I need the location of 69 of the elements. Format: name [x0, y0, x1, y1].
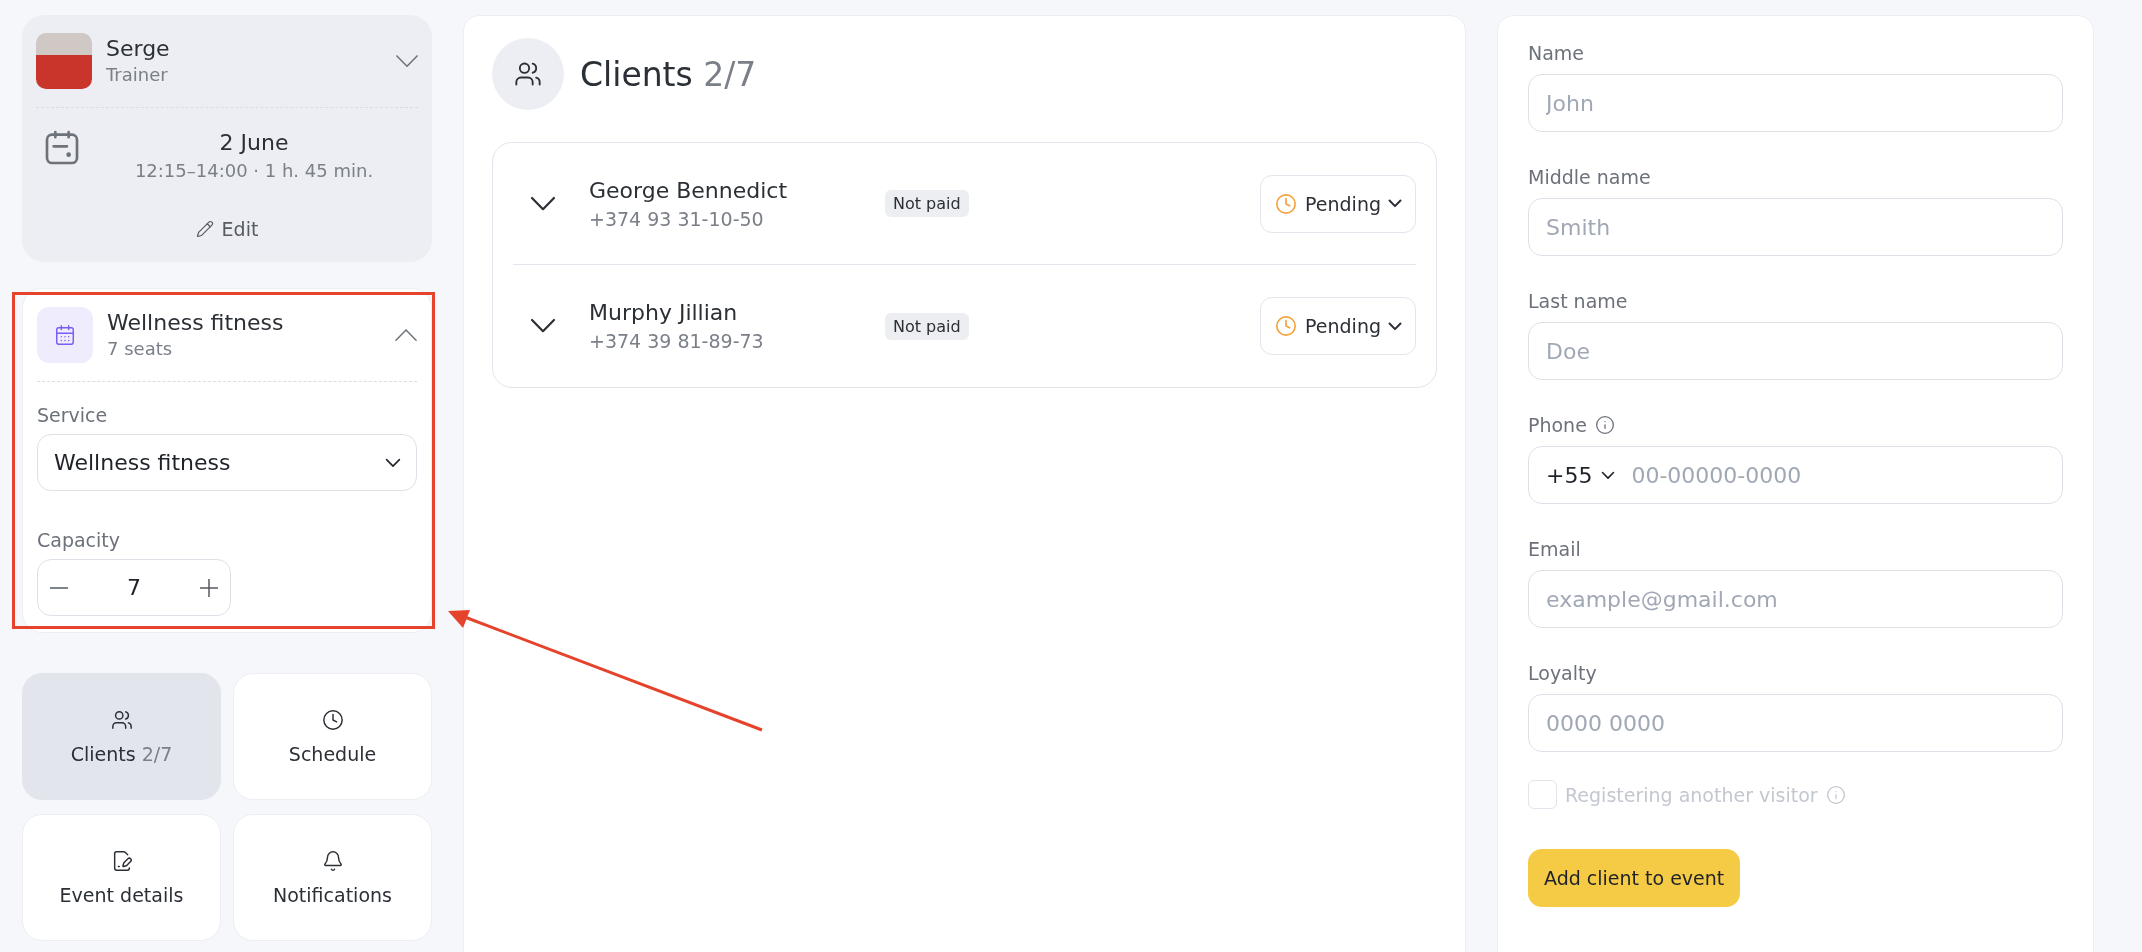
input-field[interactable]: Doe	[1528, 322, 2063, 380]
trainer-role: Trainer	[106, 63, 169, 87]
clock-icon	[1275, 192, 1298, 215]
photo-placeholder	[36, 33, 92, 89]
field-label: Email	[1528, 537, 1581, 562]
decrement-button[interactable]	[50, 586, 68, 589]
minus-icon	[50, 586, 68, 589]
chevron-icon	[395, 328, 417, 342]
country-code-select[interactable]: +55	[1546, 462, 1615, 488]
input-field[interactable]: example@gmail.com	[1528, 570, 2063, 628]
people-icon	[110, 708, 133, 731]
nav-tile[interactable]: Notifications	[233, 814, 432, 941]
field-label: Last name	[1528, 289, 1628, 314]
event-date: 2 June	[219, 129, 289, 157]
event-time: 12:15–14:00 · 1 h. 45 min.	[134, 159, 374, 183]
client-name: Murphy Jillian	[589, 299, 739, 327]
nav-label: Schedule	[288, 742, 377, 765]
field-label: Loyalty	[1528, 661, 1597, 686]
field-label: Name	[1528, 41, 1585, 66]
clock-icon	[1275, 315, 1298, 337]
capacity-stepper[interactable]: 7	[37, 559, 231, 616]
nav-tile[interactable]: Clients 2/7	[22, 673, 221, 800]
chevron-icon	[531, 196, 555, 211]
chevron-icon	[386, 458, 400, 467]
service-label: Service	[37, 403, 109, 428]
field-label: Middle name	[1528, 165, 1651, 190]
plus-icon	[200, 578, 218, 597]
info-icon[interactable]	[1594, 415, 1615, 435]
service-title: Wellness fitness	[107, 309, 285, 337]
capacity-value: 7	[127, 575, 141, 600]
seats-count: 7 seats	[107, 337, 174, 361]
edit-button[interactable]: Edit	[187, 214, 267, 244]
payment-badge: Not paid	[885, 312, 969, 340]
collapse-toggle[interactable]	[395, 328, 417, 342]
nav-tile[interactable]: Event details	[22, 814, 221, 941]
people-icon	[514, 60, 542, 88]
nav-tile[interactable]: Schedule	[233, 673, 432, 800]
increment-button[interactable]	[200, 578, 218, 597]
input-field[interactable]: Smith	[1528, 198, 2063, 256]
chevron-icon	[396, 54, 418, 68]
status-dropdown[interactable]: Pending	[1260, 297, 1416, 355]
clock-icon	[321, 708, 344, 731]
input-field[interactable]: 0000 0000	[1528, 694, 2063, 752]
expand-toggle[interactable]	[531, 319, 555, 333]
phone-field[interactable]: +55 00-00000-0000	[1528, 446, 2063, 504]
bell-icon	[321, 849, 344, 872]
client-phone: +374 93 31-10-50	[589, 206, 765, 232]
nav-label: Event details	[59, 883, 184, 906]
add-client-button[interactable]: Add client to event	[1528, 849, 1741, 907]
nav-label: Notifications	[273, 883, 392, 906]
payment-badge: Not paid	[885, 190, 969, 217]
chevron-icon	[531, 319, 555, 333]
client-phone: +374 39 81-89-73	[589, 329, 765, 354]
panel-title: Clients 2/7	[580, 54, 757, 94]
service-select[interactable]: Wellness fitness	[37, 434, 417, 491]
checkbox-label: Registering another visitor	[1565, 783, 1818, 806]
capacity-label: Capacity	[37, 528, 122, 553]
trainer-name: Serge	[106, 35, 171, 63]
nav-label: Clients 2/7	[70, 742, 173, 765]
expand-toggle[interactable]	[531, 196, 555, 211]
status-dropdown[interactable]: Pending	[1260, 174, 1416, 233]
chevron-icon	[1389, 322, 1401, 330]
field-label: Phone	[1528, 413, 1587, 438]
expand-toggle[interactable]	[396, 54, 418, 68]
client-name: George Bennedict	[589, 176, 789, 205]
pencil-icon	[195, 220, 214, 238]
calendar-icon	[54, 324, 76, 346]
chevron-icon	[1389, 200, 1401, 207]
chevron-icon	[1602, 471, 1615, 479]
